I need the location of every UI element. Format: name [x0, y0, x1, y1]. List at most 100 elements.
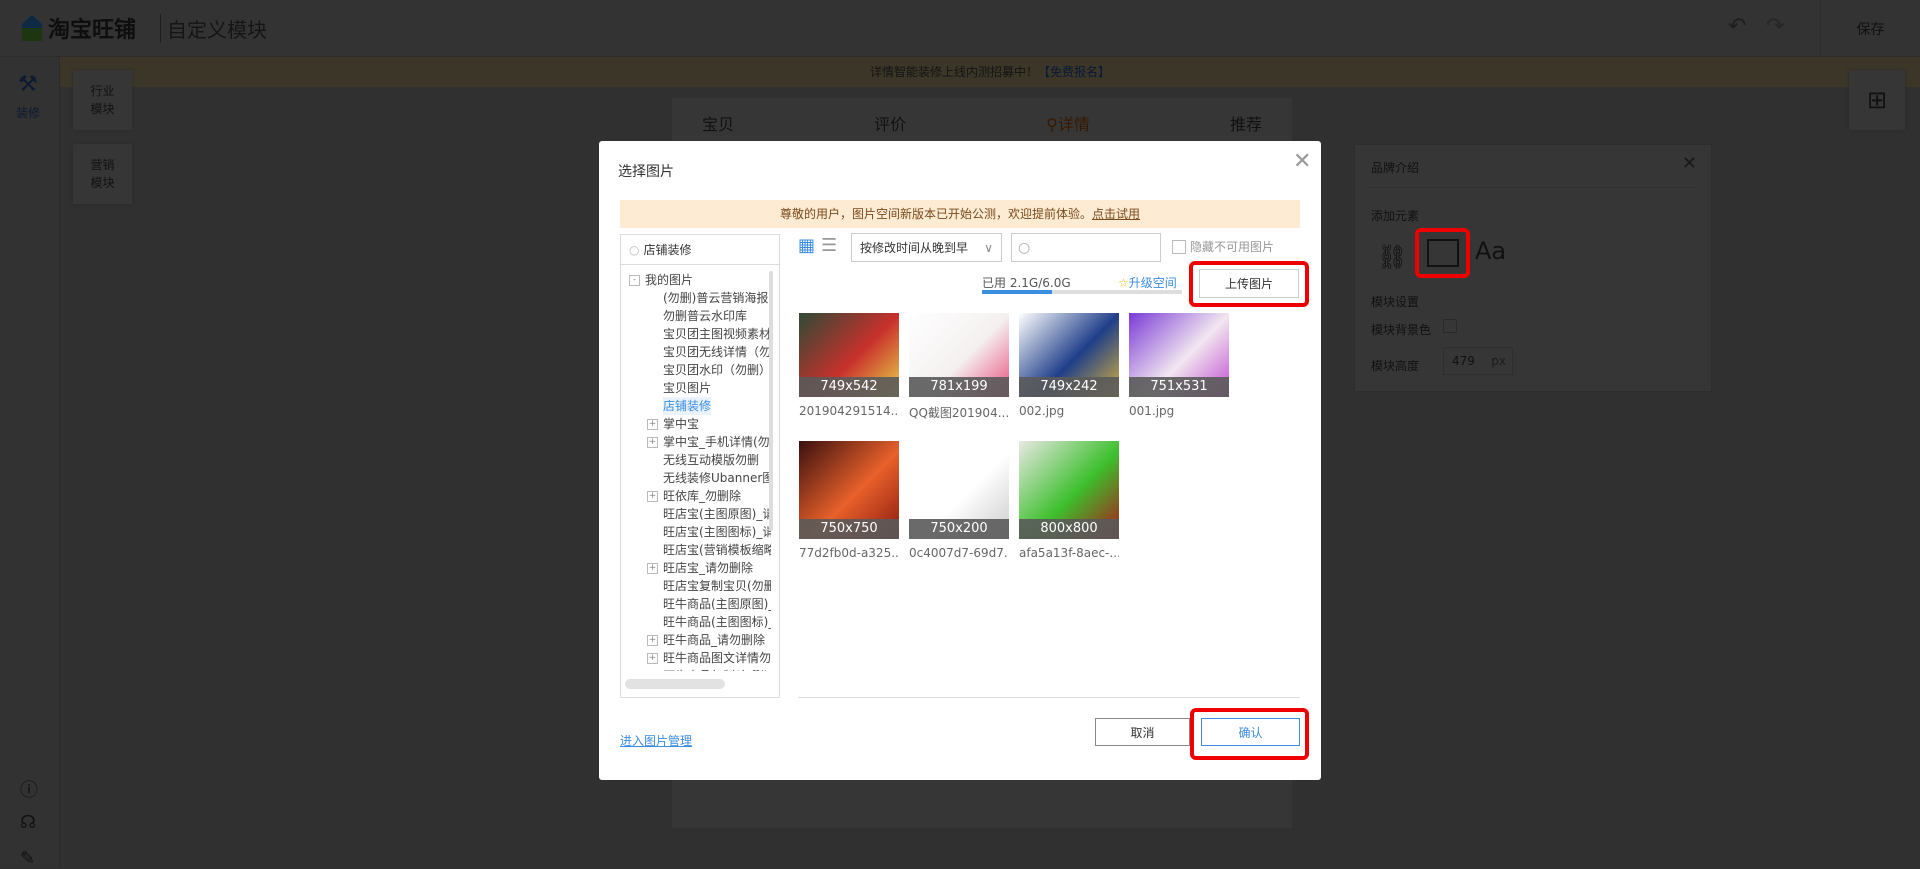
folder-item[interactable]: + 旺店宝_请勿删除	[621, 559, 771, 577]
bg-color-label: 模块背景色	[1371, 323, 1432, 337]
folder-item[interactable]: 勿删普云水印库	[621, 307, 771, 325]
search-icon: ○	[629, 242, 640, 257]
image-thumbnail[interactable]: 781x199 QQ截图201904...	[909, 313, 1009, 421]
thumbnail-image: 751x531	[1129, 313, 1229, 397]
folder-item[interactable]: 旺店宝(主图原图)_请	[621, 505, 771, 523]
layout-icon[interactable]: ⊞	[1849, 70, 1905, 130]
folder-item[interactable]: + 旺牛商品图文详情勿	[621, 649, 771, 667]
folder-item[interactable]: 旺牛商品复制(勿删)	[621, 667, 771, 671]
undo-icon[interactable]: ↶	[1728, 14, 1746, 39]
cancel-button[interactable]: 取消	[1095, 718, 1190, 746]
folder-item[interactable]: (勿删)普云营销海报	[621, 289, 771, 307]
expand-icon[interactable]: +	[647, 436, 658, 448]
signup-link[interactable]: 【免费报名】	[1038, 65, 1110, 79]
folder-item[interactable]: 宝贝团主图视频素材	[621, 325, 771, 343]
folder-label: 旺牛商品_请勿删除	[663, 633, 766, 647]
bg-color-swatch[interactable]	[1443, 319, 1457, 333]
paint-roller-icon[interactable]: ⚒	[18, 72, 38, 97]
panel-title: 品牌介绍	[1371, 161, 1420, 175]
image-thumbnail[interactable]: 750x750 77d2fb0d-a325...	[799, 441, 899, 560]
folder-item[interactable]: 宝贝团水印（勿删）	[621, 361, 771, 379]
height-input[interactable]: 479 px	[1443, 347, 1513, 375]
image-thumbnail[interactable]: 751x531 001.jpg	[1129, 313, 1229, 418]
text-icon[interactable]: Aa	[1475, 237, 1506, 265]
add-elements-label: 添加元素	[1371, 209, 1420, 223]
image-search[interactable]: ○	[1011, 233, 1161, 262]
expand-icon[interactable]: +	[647, 652, 658, 664]
folder-item[interactable]: 无线装修Ubanner图	[621, 469, 771, 487]
horizontal-scrollbar[interactable]	[625, 679, 725, 689]
link-icon[interactable]: ⛓	[1377, 243, 1407, 271]
upgrade-link[interactable]: ☆升级空间	[1118, 274, 1177, 291]
image-filename: QQ截图201904...	[909, 406, 1009, 420]
height-value: 479	[1452, 354, 1475, 368]
folder-item[interactable]: + 旺牛商品_请勿删除	[621, 631, 771, 649]
collapse-icon[interactable]: -	[629, 274, 640, 286]
tab-item[interactable]: 宝贝	[702, 111, 734, 135]
tab-recommend[interactable]: 推荐	[1230, 111, 1262, 135]
folder-label: 无线装修Ubanner图	[663, 471, 771, 485]
tab-review[interactable]: 评价	[874, 111, 906, 135]
folder-item[interactable]: 旺牛商品(主图图标)_	[621, 613, 771, 631]
folder-item[interactable]: 旺店宝(主图图标)_请	[621, 523, 771, 541]
folder-item[interactable]: - 我的图片	[621, 271, 771, 289]
chevron-down-icon: ∨	[984, 240, 993, 255]
sort-select[interactable]: 按修改时间从晚到早 ∨	[851, 233, 1002, 262]
folder-item[interactable]: 旺店宝复制宝贝(勿删	[621, 577, 771, 595]
thumbnail-image: 781x199	[909, 313, 1009, 397]
expand-icon[interactable]: +	[647, 562, 658, 574]
redo-icon[interactable]: ↷	[1766, 14, 1784, 39]
try-link[interactable]: 点击试用	[1092, 207, 1140, 221]
image-manager-link[interactable]: 进入图片管理	[620, 732, 692, 749]
expand-icon[interactable]: +	[647, 490, 658, 502]
thumbnail-image: 750x750	[799, 441, 899, 539]
storage-bar-fill	[982, 290, 1052, 294]
folder-item[interactable]: + 旺依库_勿删除	[621, 487, 771, 505]
vertical-scrollbar[interactable]	[769, 271, 773, 531]
close-icon[interactable]: ✕	[1682, 153, 1697, 174]
highlight-image-icon	[1415, 228, 1470, 278]
image-dimensions: 749x242	[1019, 377, 1119, 397]
list-view-icon[interactable]: ☰	[821, 235, 837, 256]
folder-label: 旺牛商品(主图图标)_	[663, 615, 771, 629]
logo[interactable]: 淘宝旺铺	[22, 12, 136, 44]
folder-item[interactable]: 宝贝团无线详情（勿	[621, 343, 771, 361]
marketing-modules-button[interactable]: 营销 模块	[73, 144, 132, 204]
page-subtitle: 自定义模块	[160, 14, 267, 43]
help-icon[interactable]: ⓘ	[20, 776, 38, 802]
folder-item[interactable]: 旺店宝(营销模板缩略	[621, 541, 771, 559]
image-dimensions: 751x531	[1129, 377, 1229, 397]
image-filename: 201904291514...	[799, 404, 899, 418]
image-thumbnail[interactable]: 800x800 afa5a13f-8aec-...	[1019, 441, 1119, 560]
industry-modules-button[interactable]: 行业 模块	[73, 70, 132, 130]
image-filename: 002.jpg	[1019, 404, 1065, 418]
folder-item[interactable]: + 掌中宝	[621, 415, 771, 433]
folder-label: 宝贝团无线详情（勿	[663, 345, 771, 359]
folder-search[interactable]: ○	[621, 235, 779, 265]
image-thumbnail[interactable]: 750x200 0c4007d7-69d7...	[909, 441, 1009, 560]
folder-search-input[interactable]	[643, 242, 764, 257]
edit-icon[interactable]: ✎	[20, 848, 35, 869]
folder-item[interactable]: 旺牛商品(主图原图)_	[621, 595, 771, 613]
folder-item[interactable]: 宝贝图片	[621, 379, 771, 397]
folder-item[interactable]: 店铺装修	[621, 397, 771, 415]
highlight-confirm	[1190, 708, 1309, 760]
image-thumbnail[interactable]: 749x542 201904291514...	[799, 313, 899, 418]
image-filename: 0c4007d7-69d7...	[909, 546, 1009, 560]
folder-item[interactable]: 无线互动模版勿删	[621, 451, 771, 469]
folder-label: (勿删)普云营销海报	[663, 291, 769, 305]
nav-decorate[interactable]: 装修	[16, 104, 40, 121]
tab-detail[interactable]: ⚲详情	[1046, 111, 1090, 135]
expand-icon[interactable]: +	[647, 634, 658, 646]
checkbox[interactable]	[1172, 239, 1186, 254]
folder-item[interactable]: + 掌中宝_手机详情(勿	[621, 433, 771, 451]
image-thumbnail[interactable]: 749x242 002.jpg	[1019, 313, 1119, 418]
expand-icon[interactable]: +	[647, 418, 658, 430]
hide-unavailable-toggle[interactable]: 隐藏不可用图片	[1172, 238, 1274, 255]
close-icon[interactable]: ✕	[1293, 149, 1311, 174]
image-search-input[interactable]	[1034, 240, 1155, 255]
folder-list: - 我的图片 (勿删)普云营销海报勿删普云水印库 宝贝团主图视频素材宝贝团无线详情（勿…	[621, 271, 771, 671]
support-icon[interactable]: ☊	[20, 812, 36, 833]
grid-view-icon[interactable]: ▦	[798, 235, 815, 256]
save-button[interactable]: 保存	[1820, 0, 1920, 57]
